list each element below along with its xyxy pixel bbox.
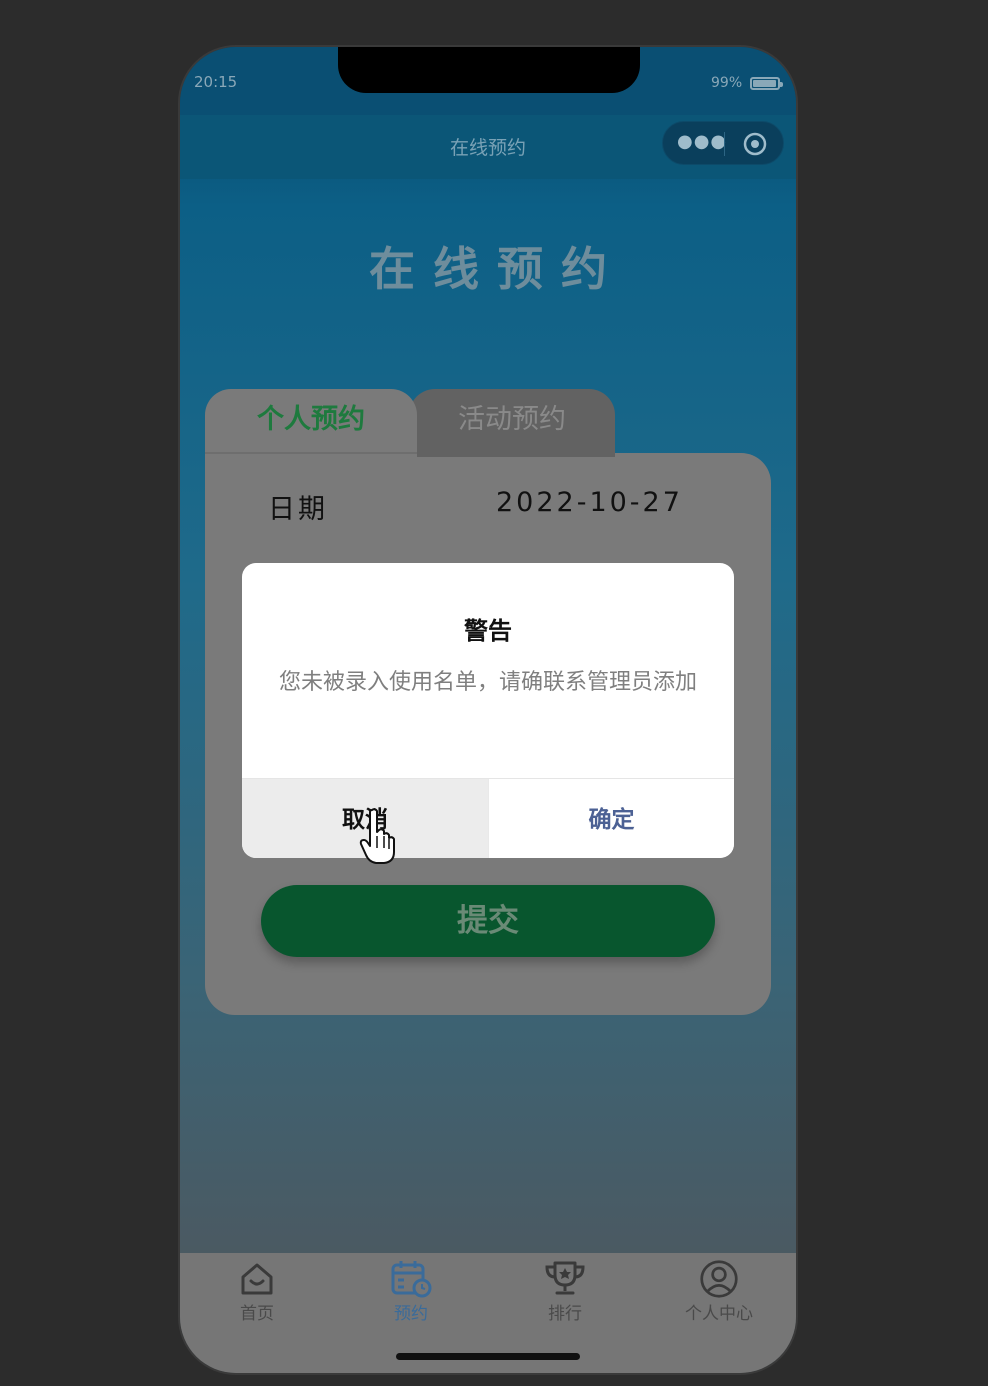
calendar-clock-icon bbox=[391, 1261, 432, 1298]
tabbar-label-home: 首页 bbox=[240, 1304, 274, 1324]
home-indicator[interactable] bbox=[396, 1353, 580, 1360]
status-time: 20:15 bbox=[194, 73, 238, 91]
status-bar: 20:15 99% bbox=[180, 47, 796, 116]
date-picker[interactable]: 2022-10-27 bbox=[496, 487, 683, 518]
tabbar-item-home[interactable]: 首页 bbox=[202, 1259, 312, 1324]
notch bbox=[338, 47, 640, 93]
battery-percent: 99% bbox=[711, 75, 743, 91]
more-dots-icon[interactable]: ●●● bbox=[677, 132, 726, 152]
capsule-divider bbox=[724, 132, 725, 156]
tab-personal[interactable]: 个人预约 bbox=[205, 389, 417, 457]
phone-frame: 20:15 99% 在线预约 ●●● 在线预约 活动预约 个人预约 日期 202… bbox=[180, 47, 796, 1373]
user-circle-icon bbox=[700, 1260, 738, 1298]
date-label: 日期 bbox=[268, 494, 328, 525]
confirm-button[interactable]: 确定 bbox=[488, 779, 734, 858]
warning-dialog: 警告 您未被录入使用名单，请确联系管理员添加 取消 确定 bbox=[242, 563, 734, 858]
tab-divider bbox=[205, 452, 417, 454]
trophy-icon bbox=[545, 1261, 585, 1295]
tab-activity[interactable]: 活动预约 bbox=[409, 389, 615, 457]
battery-icon bbox=[750, 77, 783, 90]
dialog-title: 警告 bbox=[464, 617, 512, 645]
mini-program-capsule: ●●● bbox=[662, 121, 784, 165]
dialog-button-row: 取消 确定 bbox=[242, 778, 734, 858]
tabbar-item-profile[interactable]: 个人中心 bbox=[664, 1259, 774, 1324]
tabbar-item-ranking[interactable]: 排行 bbox=[510, 1259, 620, 1324]
target-circle-icon[interactable] bbox=[743, 132, 767, 156]
tabbar-label-ranking: 排行 bbox=[548, 1304, 582, 1324]
tabbar-item-booking[interactable]: 预约 bbox=[356, 1259, 466, 1324]
tabbar-label-profile: 个人中心 bbox=[685, 1304, 753, 1324]
hand-pointer-cursor-icon bbox=[359, 808, 395, 864]
home-icon bbox=[241, 1263, 273, 1295]
submit-button[interactable]: 提交 bbox=[261, 885, 715, 957]
nav-bar: 在线预约 ●●● bbox=[180, 115, 796, 179]
tabbar-label-booking: 预约 bbox=[394, 1304, 428, 1324]
page-headline: 在线预约 bbox=[369, 242, 625, 296]
dialog-message: 您未被录入使用名单，请确联系管理员添加 bbox=[278, 670, 697, 695]
